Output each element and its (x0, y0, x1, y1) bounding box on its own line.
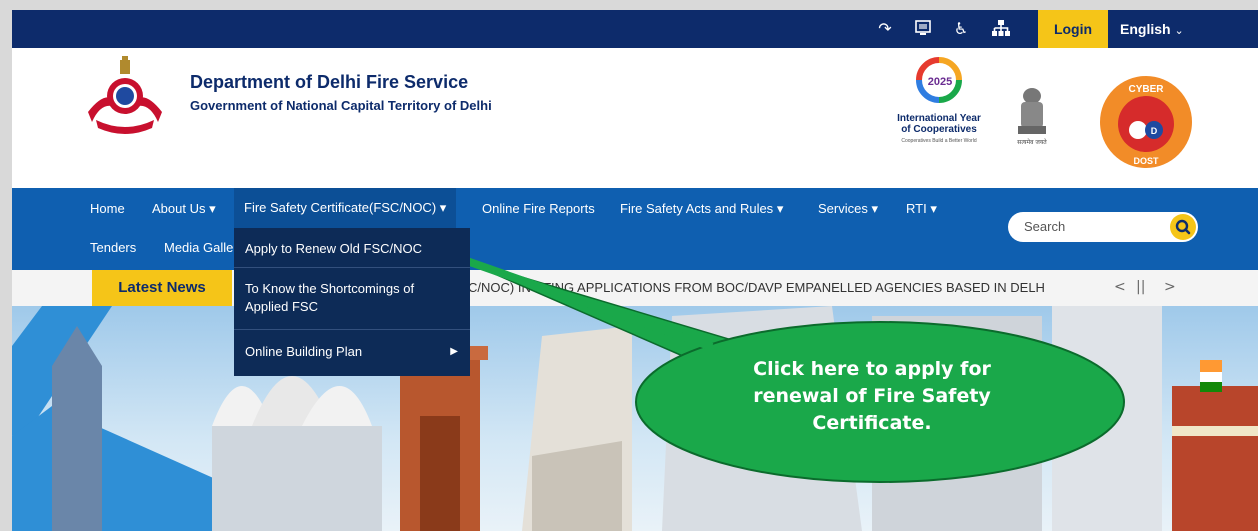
dropdown-item-shortcomings[interactable]: To Know the Shortcomings of Applied FSC (234, 280, 454, 316)
dropdown-item-label: Online Building Plan (245, 344, 363, 359)
dropdown-item-apply-renew[interactable]: Apply to Renew Old FSC/NOC (234, 240, 470, 258)
dropdown-divider (234, 329, 470, 330)
caret-right-icon: ▶ (450, 346, 458, 357)
callout-line2: renewal of Fire Safety (753, 385, 991, 407)
dropdown-divider (234, 267, 470, 268)
callout-bubble (457, 256, 1125, 483)
browser-viewport: ↷ ♿ Login English ⌄ Department of Delhi … (12, 10, 1258, 531)
callout-line3: Certificate. (812, 412, 932, 434)
callout-text: Click here to apply for renewal of Fire … (702, 356, 1042, 437)
dropdown-item-online-building-plan[interactable]: Online Building Plan ▶ (234, 343, 470, 361)
fsc-dropdown-menu: Apply to Renew Old FSC/NOC To Know the S… (234, 228, 470, 376)
callout-line1: Click here to apply for (753, 358, 991, 380)
